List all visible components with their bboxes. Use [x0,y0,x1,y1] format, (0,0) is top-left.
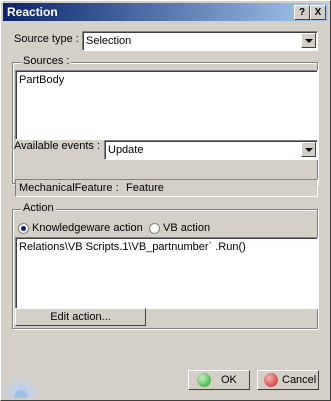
status-bar: MechanicalFeature : Feature [15,179,318,197]
available-events-label: Available events : [14,140,101,152]
reaction-dialog: Reaction ? X Source type : Selection Sou… [0,0,331,401]
knowledgeware-action-radio[interactable] [18,223,29,234]
decorative-logo-icon [3,366,43,398]
close-button[interactable]: X [310,5,326,20]
status-right: Feature [126,182,164,194]
cancel-label: Cancel [282,374,317,386]
sources-legend: Sources : [21,55,72,67]
ok-button[interactable]: OK [188,370,250,390]
window-title: Reaction [7,5,58,19]
action-text-field[interactable]: Relations\VB Scripts.1\VB_partnumber` .R… [15,237,318,309]
knowledgeware-action-label[interactable]: Knowledgeware action [32,222,143,234]
cancel-button[interactable]: Cancel [257,370,319,390]
source-type-value: Selection [86,35,132,47]
vb-action-label[interactable]: VB action [163,222,210,234]
ok-label: OK [221,374,237,386]
source-type-select[interactable]: Selection [82,31,318,51]
available-events-select[interactable]: Update [104,140,318,160]
chevron-down-icon[interactable] [301,33,316,48]
source-type-label: Source type : [14,33,79,45]
sources-list[interactable]: PartBody [15,70,318,140]
list-item[interactable]: PartBody [19,74,64,86]
edit-action-button[interactable]: Edit action... [15,308,146,326]
chevron-down-icon[interactable] [301,142,316,157]
cancel-icon [264,373,278,387]
help-button[interactable]: ? [294,5,310,20]
title-bar: Reaction ? X [3,3,328,21]
vb-action-radio[interactable] [149,223,160,234]
status-left: MechanicalFeature : [19,182,119,194]
action-legend: Action [21,202,56,214]
ok-icon [197,373,211,387]
available-events-value: Update [108,144,144,156]
action-text[interactable]: Relations\VB Scripts.1\VB_partnumber` .R… [19,241,246,253]
